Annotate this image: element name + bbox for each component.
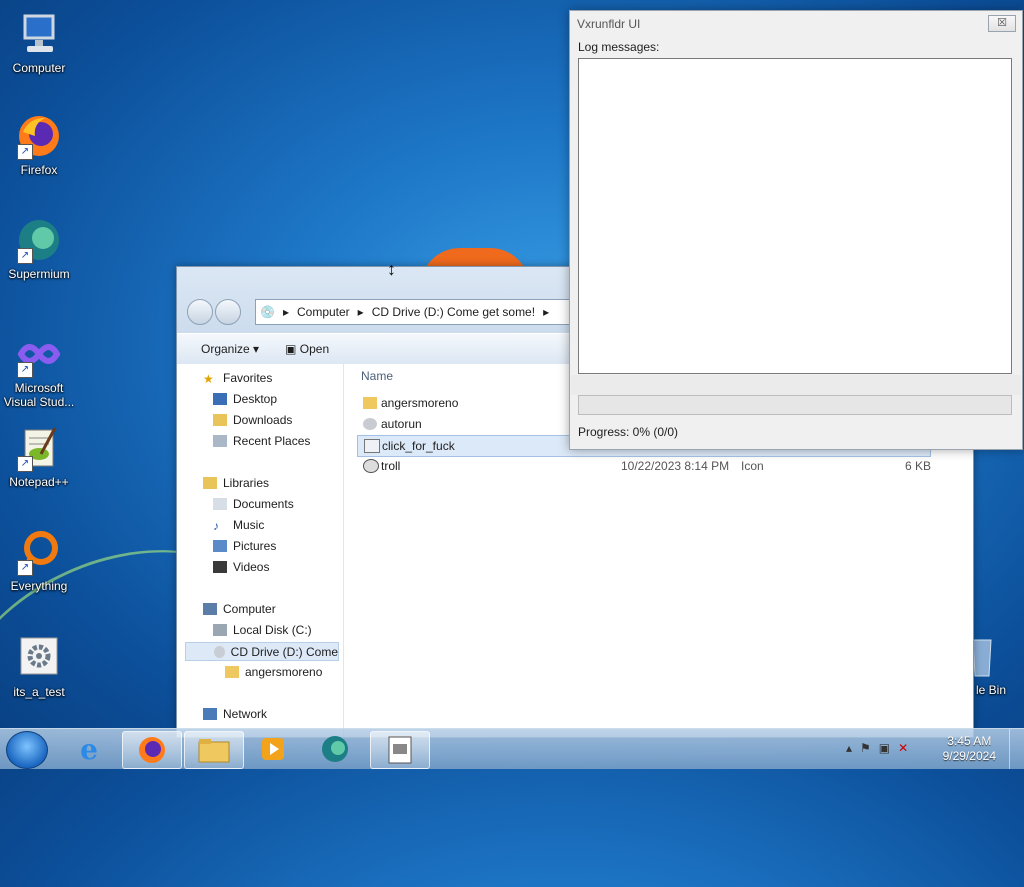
- log-messages-box[interactable]: [578, 58, 1012, 374]
- pictures-icon: [213, 540, 227, 552]
- resize-cursor-icon: ↕: [387, 259, 396, 279]
- desktop-icon-computer[interactable]: Computer: [1, 10, 77, 75]
- desktop-icon-everything[interactable]: ↗ Everything: [1, 528, 77, 593]
- desktop-icon-firefox[interactable]: ↗ Firefox: [1, 112, 77, 177]
- separator: [571, 375, 1021, 395]
- close-button[interactable]: ☒: [988, 15, 1016, 32]
- nav-network[interactable]: Network: [203, 707, 267, 721]
- nav-documents[interactable]: Documents: [213, 497, 294, 511]
- back-button[interactable]: [187, 299, 213, 325]
- taskbar-internet-explorer[interactable]: e: [60, 731, 118, 767]
- visual-studio-icon: ↗: [15, 330, 63, 378]
- progress-bar: [578, 395, 1012, 415]
- log-label: Log messages:: [578, 40, 660, 54]
- clock-date: 9/29/2024: [942, 749, 996, 763]
- internet-explorer-icon: e: [80, 732, 98, 766]
- progress-text: Progress: 0% (0/0): [578, 425, 679, 439]
- desktop-icon-visual-studio[interactable]: ↗ Microsoft Visual Stud...: [1, 330, 77, 409]
- desktop-icon-its-a-test[interactable]: its_a_test: [1, 634, 77, 699]
- firefox-icon: [139, 737, 165, 763]
- nav-downloads[interactable]: Downloads: [213, 413, 292, 427]
- start-button[interactable]: [6, 731, 48, 769]
- nav-local-disk[interactable]: Local Disk (C:): [213, 623, 312, 637]
- nav-music[interactable]: ♪ Music: [213, 518, 264, 533]
- settings-gear-icon: [15, 634, 63, 682]
- notepad-plus-plus-icon: ↗: [15, 424, 63, 472]
- network-icon[interactable]: ▣: [879, 741, 890, 755]
- show-desktop-button[interactable]: [1009, 729, 1024, 769]
- nav-recent-places[interactable]: Recent Places: [213, 434, 310, 448]
- dropdown-arrow-icon: ▾: [253, 342, 260, 356]
- computer-icon: [15, 10, 63, 58]
- network-icon: [203, 708, 217, 720]
- folder-icon: [363, 397, 377, 409]
- libraries-icon: [203, 477, 217, 489]
- breadcrumb-separator-icon: ▸: [282, 305, 289, 319]
- nav-favorites[interactable]: ★ Favorites: [203, 371, 272, 386]
- desktop-icon-supermium[interactable]: ↗ Supermium: [1, 216, 77, 281]
- media-player-icon: [262, 738, 284, 760]
- nav-cd-drive[interactable]: CD Drive (D:) Come: [185, 642, 339, 661]
- breadcrumb-separator-icon: ▸: [357, 305, 364, 319]
- nav-libraries[interactable]: Libraries: [203, 476, 269, 490]
- documents-icon: [213, 498, 227, 510]
- supermium-icon: ↗: [15, 216, 63, 264]
- everything-search-icon: ↗: [15, 528, 63, 576]
- nav-videos[interactable]: Videos: [213, 560, 269, 574]
- downloads-folder-icon: [213, 414, 227, 426]
- taskbar-vxrunfldr[interactable]: [370, 731, 430, 769]
- firefox-icon: ↗: [15, 112, 63, 160]
- supermium-icon: [322, 736, 348, 762]
- desktop-icon-notepad-plus-plus[interactable]: ↗ Notepad++: [1, 424, 77, 489]
- clock[interactable]: 3:45 AM 9/29/2024: [943, 734, 996, 764]
- taskbar-supermium[interactable]: [306, 731, 364, 767]
- taskbar-firefox[interactable]: [122, 731, 182, 769]
- nav-folder-angersmoreno[interactable]: angersmoreno: [225, 665, 322, 679]
- file-row[interactable]: troll 10/22/2023 8:14 PM Icon 6 KB: [357, 456, 931, 476]
- hard-disk-icon: [213, 624, 227, 636]
- troll-icon: [363, 459, 379, 473]
- clock-time: 3:45 AM: [947, 734, 992, 748]
- computer-icon: [203, 603, 217, 615]
- volume-muted-icon[interactable]: ✕: [898, 741, 908, 755]
- forward-button[interactable]: [215, 299, 241, 325]
- videos-icon: [213, 561, 227, 573]
- folder-icon: [225, 666, 239, 678]
- taskbar-explorer[interactable]: [184, 731, 244, 769]
- folder-icon: [198, 739, 230, 763]
- open-button[interactable]: ▣ Open: [285, 342, 329, 356]
- organize-button[interactable]: Organize ▾: [201, 342, 259, 356]
- cd-drive-icon: 💿: [260, 305, 275, 319]
- system-tray: ▴ ⚑ ▣ ✕: [846, 741, 908, 755]
- breadcrumb-cd-drive[interactable]: CD Drive (D:) Come get some!: [372, 305, 535, 319]
- taskbar: e ▴ ⚑ ▣ ✕ 3:45 AM 9/29/2024: [0, 728, 1024, 769]
- application-icon: [364, 439, 380, 453]
- application-window-icon: [388, 736, 412, 764]
- breadcrumb-computer[interactable]: Computer: [297, 305, 350, 319]
- desktop-folder-icon: [213, 393, 227, 405]
- cd-drive-icon: [214, 645, 225, 658]
- breadcrumb-separator-icon: ▸: [543, 305, 550, 319]
- nav-pictures[interactable]: Pictures: [213, 539, 276, 553]
- taskbar-media-player[interactable]: [244, 731, 302, 767]
- window-title: Vxrunfldr UI: [577, 17, 641, 31]
- address-bar[interactable]: 💿 ▸ Computer ▸ CD Drive (D:) Come get so…: [255, 299, 581, 325]
- music-icon: ♪: [213, 519, 219, 533]
- show-hidden-icons-icon[interactable]: ▴: [846, 741, 852, 755]
- recent-places-icon: [213, 435, 227, 447]
- action-center-flag-icon[interactable]: ⚑: [860, 741, 871, 755]
- nav-desktop[interactable]: Desktop: [213, 392, 277, 406]
- navigation-pane: ★ Favorites Desktop Downloads Recent Plac…: [177, 363, 344, 737]
- settings-file-icon: [363, 418, 377, 430]
- star-icon: ★: [203, 372, 214, 386]
- column-header-name[interactable]: Name: [361, 369, 393, 383]
- vxrunfldr-window[interactable]: Vxrunfldr UI ☒ Log messages: Progress: 0…: [569, 10, 1023, 450]
- nav-computer[interactable]: Computer: [203, 602, 276, 616]
- open-icon: ▣: [285, 342, 297, 356]
